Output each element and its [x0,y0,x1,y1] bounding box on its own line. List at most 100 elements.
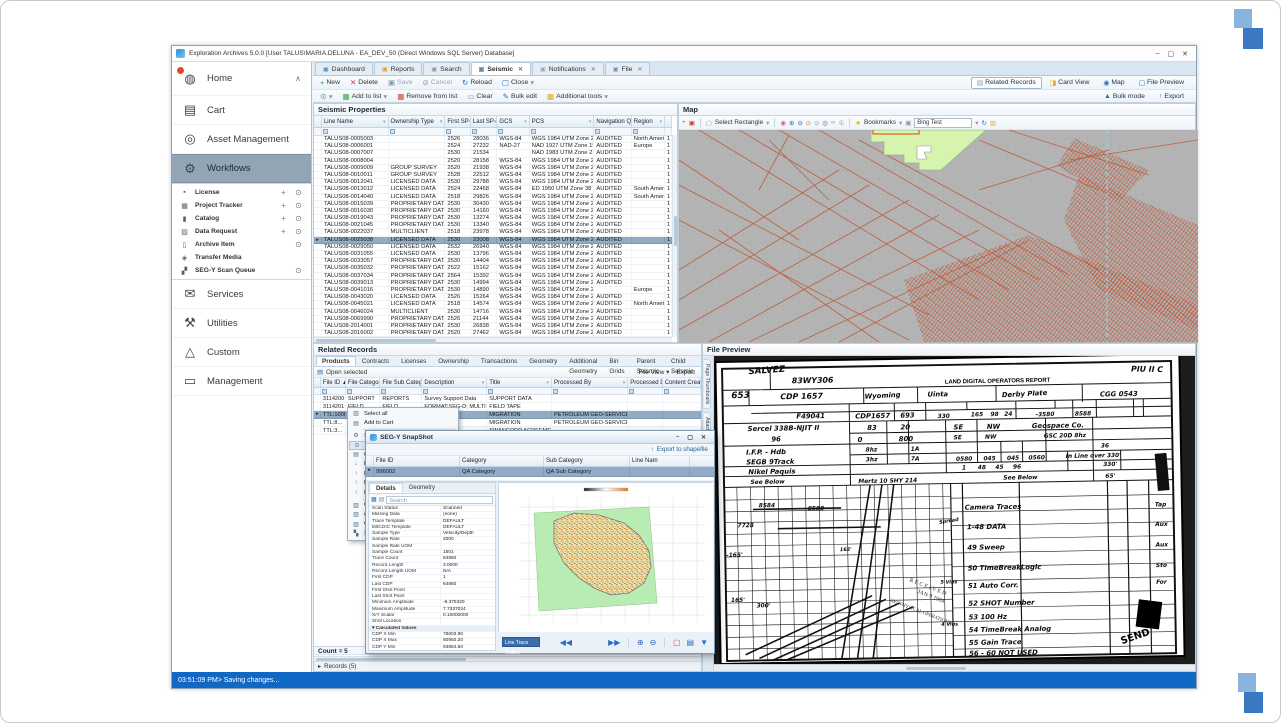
column-header-processed-by[interactable]: Processed By▾ [552,378,628,387]
last-trace-button[interactable]: ▶▶ [608,638,620,647]
add-icon[interactable]: + [279,201,288,210]
table-row[interactable]: TALUS08-0010011GROUP SURVEY252822512WGS-… [314,172,672,179]
related-records-button[interactable]: ▤Related Records [971,77,1042,89]
document-viewport[interactable]: SALVEZ83WY306PIU II CLAND DIGITAL OPERAT… [714,356,1195,671]
column-header-row-indicator[interactable] [314,378,321,387]
table-row[interactable]: TALUS08-0045021LICENSED DATA251814574WGS… [314,301,672,308]
remove-icon[interactable]: ▣ [689,119,695,127]
column-header-title[interactable]: Title▾ [487,378,552,387]
table-row[interactable]: TALUS08-0006001252427232NAD-27NAD 1927 U… [314,143,672,150]
file-view-button[interactable]: File View ▾ [639,368,670,376]
search-icon[interactable]: ⊙ [294,188,303,197]
column-header-processed-da[interactable]: Processed Da▾ [628,378,662,387]
tab-close-icon[interactable]: ✕ [591,66,596,73]
column-header-file-id[interactable]: File ID ▲▾ [321,378,346,387]
column-header-last-sp[interactable]: Last SP▾ [471,116,498,127]
filter-cell[interactable] [530,128,595,135]
search-icon[interactable]: ⊙ [294,266,303,275]
sidebar-item-home[interactable]: ◍Home∧ [172,62,311,96]
related-tab-child-seismic[interactable]: Child Seismic [665,356,699,366]
table-row[interactable]: TALUS08-0016030PROPRIETARY DATA253014160… [314,208,672,215]
column-header-file-category[interactable]: File Category▾ [346,378,380,387]
column-header-file-sub-category[interactable]: File Sub Category▾ [380,378,422,387]
column-header-file-id[interactable]: File ID [374,456,460,466]
trace-map-preview[interactable] [498,482,712,631]
related-export-button[interactable]: Export [677,369,695,376]
column-header-first-sp[interactable]: First SP▾ [445,116,471,127]
select-rectangle-icon[interactable]: ▢ [706,119,712,127]
table-row[interactable]: TALUS08-0012041LICENSED DATA253029788WGS… [314,179,672,186]
save-button[interactable]: ▣Save [384,77,417,88]
related-tab-products[interactable]: Products [316,356,356,366]
table-row[interactable]: TALUS08-0007007253021534NAD 1983 UTM Zon… [314,150,672,157]
maximize-button[interactable]: ▢ [1168,50,1175,58]
filter-cell[interactable] [594,128,631,135]
tab-close-icon[interactable]: ✕ [518,66,523,73]
sidebar-item-asset-management[interactable]: ◎Asset Management [172,125,311,154]
save-image-icon[interactable]: ▼ [700,638,708,647]
filter-box-icon[interactable] [322,389,327,394]
filter-box-icon[interactable] [664,389,669,394]
related-tab-transactions[interactable]: Transactions [475,356,523,366]
search-icon[interactable]: ⊙ [294,240,303,249]
sidebar-item-catalog[interactable]: ▮Catalog+⊙ [172,212,311,225]
table-row[interactable]: TALUS08-0014040LICENSED DATA251829826WGS… [314,194,672,201]
filter-box-icon[interactable] [553,389,558,394]
related-tab-ownership[interactable]: Ownership [432,356,475,366]
column-header-pcs[interactable]: PCS▾ [530,116,595,127]
bulk-mode-button[interactable]: ▲Bulk mode [1098,91,1151,102]
file-preview-button[interactable]: ▢File Preview [1133,77,1190,89]
tab-close-icon[interactable]: ✕ [637,66,642,73]
seismic-grid[interactable]: Line Name▾Ownership Type▾First SP▾Last S… [314,116,672,337]
filter-box-icon[interactable] [629,389,634,394]
sidebar-item-project-tracker[interactable]: ▦Project Tracker+⊙ [172,199,311,212]
print-icon[interactable]: ▤ [687,638,695,647]
basemap-select[interactable]: Bing Test [914,118,972,128]
records-bar[interactable]: ▸ Records (5) [314,661,701,671]
dialog-tab-geometry[interactable]: Geometry [403,483,441,493]
remove-from-list-button[interactable]: ▦Remove from list [393,91,461,102]
menu-item-select-all[interactable]: ▥Select all [349,409,457,419]
cancel-button[interactable]: ⊘Cancel [419,77,456,88]
column-header-sub-category[interactable]: Sub Category [544,456,630,466]
globe-icon[interactable]: ◎ [822,119,828,127]
dialog-maximize-button[interactable]: ▢ [687,434,693,441]
table-row[interactable]: TALUS08-0069990PROPRIETARY DATA252621144… [314,316,672,323]
add-to-list-button[interactable]: ▦Add to list▾ [339,91,392,102]
related-tab-bin-grids[interactable]: Bin Grids [603,356,630,366]
dialog-close-button[interactable]: ✕ [701,434,706,441]
column-header-category[interactable]: Category [460,456,544,466]
select-rectangle-tool[interactable]: Select Rectangle [715,119,763,126]
filter-box-icon[interactable] [472,129,477,134]
table-row[interactable]: 3114200SUPPORTREPORTSSurvey Support Data… [314,395,701,403]
related-tab-contracts[interactable]: Contracts [356,356,395,366]
sync-icon[interactable]: ↻ [981,119,986,127]
new-button[interactable]: +New [316,77,344,88]
bookmarks-button[interactable]: Bookmarks [864,119,896,126]
export-button[interactable]: ↑Export [1153,91,1190,102]
document-hscrollbar[interactable] [714,664,1195,671]
filter-cell[interactable] [380,388,422,394]
filter-cell[interactable] [314,388,321,394]
column-header-region[interactable]: Region▾ [632,116,665,127]
identify-icon[interactable]: ① [839,119,845,127]
map-button[interactable]: ◉Map [1097,77,1130,89]
filter-box-icon[interactable] [531,129,536,134]
filter-icon[interactable]: ▾ [383,119,386,125]
filter-cell[interactable] [346,388,380,394]
reload-button[interactable]: ↻Reload [458,77,496,88]
zoom-previous-icon[interactable]: ⊙ [814,119,819,127]
zoom-out-icon[interactable]: ⊖ [797,119,802,127]
table-row[interactable]: TALUS08-0029050LICENSED DATA253226940WGS… [314,244,672,251]
filter-icon[interactable]: ▾ [524,119,527,125]
delete-button[interactable]: ✕Delete [346,77,382,88]
sidebar-item-transfer-media[interactable]: ◈Transfer Media [172,251,311,264]
table-row[interactable]: TALUS08-0037034PROPRIETARY DATA256415392… [314,273,672,280]
column-header-line-nam[interactable]: Line Nam [630,456,690,466]
filter-icon[interactable]: ▾ [623,380,626,386]
table-row[interactable]: TALUS08-0005003252628036WGS-84WGS 1984 U… [314,136,672,143]
tab-notifications[interactable]: ▣Notifications✕ [532,62,604,75]
related-tab-geometry[interactable]: Geometry [523,356,563,366]
seismic-hscrollbar[interactable] [314,337,672,342]
menu-button[interactable]: ⚙▾ [316,91,337,102]
